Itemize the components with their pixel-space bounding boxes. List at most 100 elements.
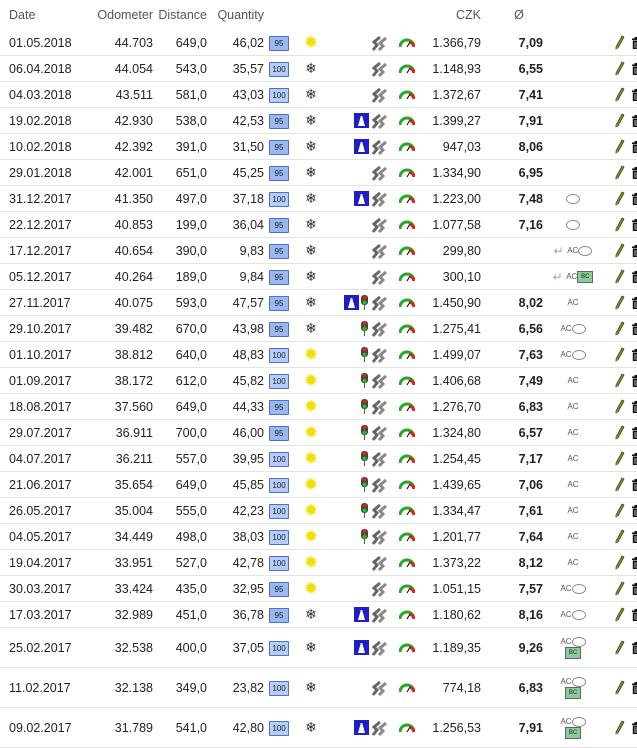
table-row[interactable]: 01.05.201844.703649,046,0295✹1.366,797,0… [0,30,637,56]
comment-icon[interactable] [572,677,586,687]
table-row[interactable]: 04.03.201843.511581,043,03100❄1.372,677,… [0,82,637,108]
header-date[interactable]: Date [0,0,79,30]
delete-trash-icon[interactable] [631,531,637,543]
edit-pencil-icon[interactable] [615,87,625,102]
delete-trash-icon[interactable] [631,63,637,75]
header-czk[interactable]: CZK [421,0,481,30]
edit-pencil-icon[interactable] [615,113,625,128]
table-row[interactable]: 11.02.201732.138349,023,82100❄774,186,83… [0,668,637,708]
delete-trash-icon[interactable] [631,505,637,517]
delete-trash-icon[interactable] [631,401,637,413]
delete-trash-icon[interactable] [631,245,637,257]
edit-pencil-icon[interactable] [615,191,625,206]
edit-pencil-icon[interactable] [615,139,625,154]
return-arrow-icon: ↵ [553,270,563,284]
comment-icon[interactable] [572,584,586,594]
cell-czk: 1.051,15 [421,576,481,602]
comment-icon[interactable] [572,637,586,647]
table-row[interactable]: 25.02.201732.538400,037,05100❄1.189,359,… [0,628,637,668]
header-distance[interactable]: Distance [153,0,207,30]
edit-pencil-icon[interactable] [615,607,625,622]
delete-trash-icon[interactable] [631,453,637,465]
delete-trash-icon[interactable] [631,349,637,361]
cell-czk: 1.406,68 [421,368,481,394]
edit-pencil-icon[interactable] [615,581,625,596]
comment-icon[interactable] [572,610,586,620]
edit-pencil-icon[interactable] [615,347,625,362]
delete-trash-icon[interactable] [631,642,637,654]
edit-pencil-icon[interactable] [615,720,625,735]
delete-trash-icon[interactable] [631,323,637,335]
delete-trash-icon[interactable] [631,89,637,101]
edit-pencil-icon[interactable] [615,399,625,414]
table-row[interactable]: 31.12.201741.350497,037,18100❄1.223,007,… [0,186,637,212]
comment-icon[interactable] [566,194,580,204]
delete-trash-icon[interactable] [631,115,637,127]
header-quantity[interactable]: Quantity [207,0,264,30]
edit-pencil-icon[interactable] [615,680,625,695]
delete-trash-icon[interactable] [631,297,637,309]
edit-pencil-icon[interactable] [615,477,625,492]
edit-pencil-icon[interactable] [615,451,625,466]
curvy-road-icon [371,680,388,696]
table-row[interactable]: 30.03.201733.424435,032,9595✹1.051,157,5… [0,576,637,602]
header-odometer[interactable]: Odometer [79,0,153,30]
table-row[interactable]: 17.03.201732.989451,036,7895❄1.180,628,1… [0,602,637,628]
edit-pencil-icon[interactable] [615,555,625,570]
comment-icon[interactable] [578,246,592,256]
table-row[interactable]: 09.02.201731.789541,042,80100❄1.256,537,… [0,708,637,748]
edit-pencil-icon[interactable] [615,61,625,76]
table-row[interactable]: 18.08.201737.560649,044,3395✹1.276,706,8… [0,394,637,420]
delete-trash-icon[interactable] [631,271,637,283]
table-row[interactable]: 10.02.201842.392391,031,5095❄947,038,06 [0,134,637,160]
edit-pencil-icon[interactable] [615,165,625,180]
table-row[interactable]: 04.07.201736.211557,039,95100✹1.254,457,… [0,446,637,472]
edit-pencil-icon[interactable] [615,503,625,518]
comment-icon[interactable] [566,220,580,230]
edit-pencil-icon[interactable] [615,217,625,232]
delete-trash-icon[interactable] [631,479,637,491]
table-row[interactable]: 21.06.201735.654649,045,85100✹1.439,657,… [0,472,637,498]
comment-icon[interactable] [572,717,586,727]
delete-trash-icon[interactable] [631,682,637,694]
cell-date: 04.07.2017 [0,446,79,472]
table-row[interactable]: 19.04.201733.951527,042,78100✹1.373,228,… [0,550,637,576]
edit-pencil-icon[interactable] [615,295,625,310]
delete-trash-icon[interactable] [631,583,637,595]
table-row[interactable]: 04.05.201734.449498,038,03100✹1.201,777,… [0,524,637,550]
edit-pencil-icon[interactable] [615,640,625,655]
edit-pencil-icon[interactable] [615,529,625,544]
table-row[interactable]: 29.10.201739.482670,043,9895❄1.275,416,5… [0,316,637,342]
table-row[interactable]: 01.10.201738.812640,048,83100✹1.499,077,… [0,342,637,368]
edit-pencil-icon[interactable] [615,35,625,50]
delete-trash-icon[interactable] [631,427,637,439]
delete-trash-icon[interactable] [631,219,637,231]
delete-trash-icon[interactable] [631,609,637,621]
table-row[interactable]: 27.11.201740.075593,047,5795❄1.450,908,0… [0,290,637,316]
header-avg[interactable]: Ø [481,0,543,30]
table-row[interactable]: 01.09.201738.172612,045,82100✹1.406,687,… [0,368,637,394]
cell-avg: 6,56 [481,316,543,342]
table-row[interactable]: 29.01.201842.001651,045,2595❄1.334,906,9… [0,160,637,186]
edit-pencil-icon[interactable] [615,243,625,258]
delete-trash-icon[interactable] [631,722,637,734]
table-row[interactable]: 19.02.201842.930538,042,5395❄1.399,277,9… [0,108,637,134]
delete-trash-icon[interactable] [631,193,637,205]
edit-pencil-icon[interactable] [615,373,625,388]
table-row[interactable]: 05.12.201740.264189,09,8495❄300,10↵ ACBC [0,264,637,290]
table-row[interactable]: 22.12.201740.853199,036,0495❄1.077,587,1… [0,212,637,238]
table-row[interactable]: 06.04.201844.054543,035,57100❄1.148,936,… [0,56,637,82]
table-row[interactable]: 17.12.201740.654390,09,8395❄299,80↵ AC [0,238,637,264]
edit-pencil-icon[interactable] [615,321,625,336]
comment-icon[interactable] [572,324,586,334]
edit-pencil-icon[interactable] [615,269,625,284]
delete-trash-icon[interactable] [631,37,637,49]
delete-trash-icon[interactable] [631,141,637,153]
table-row[interactable]: 29.07.201736.911700,046,0095✹1.324,806,5… [0,420,637,446]
comment-icon[interactable] [572,350,586,360]
delete-trash-icon[interactable] [631,557,637,569]
table-row[interactable]: 26.05.201735.004555,042,23100✹1.334,477,… [0,498,637,524]
delete-trash-icon[interactable] [631,167,637,179]
edit-pencil-icon[interactable] [615,425,625,440]
delete-trash-icon[interactable] [631,375,637,387]
